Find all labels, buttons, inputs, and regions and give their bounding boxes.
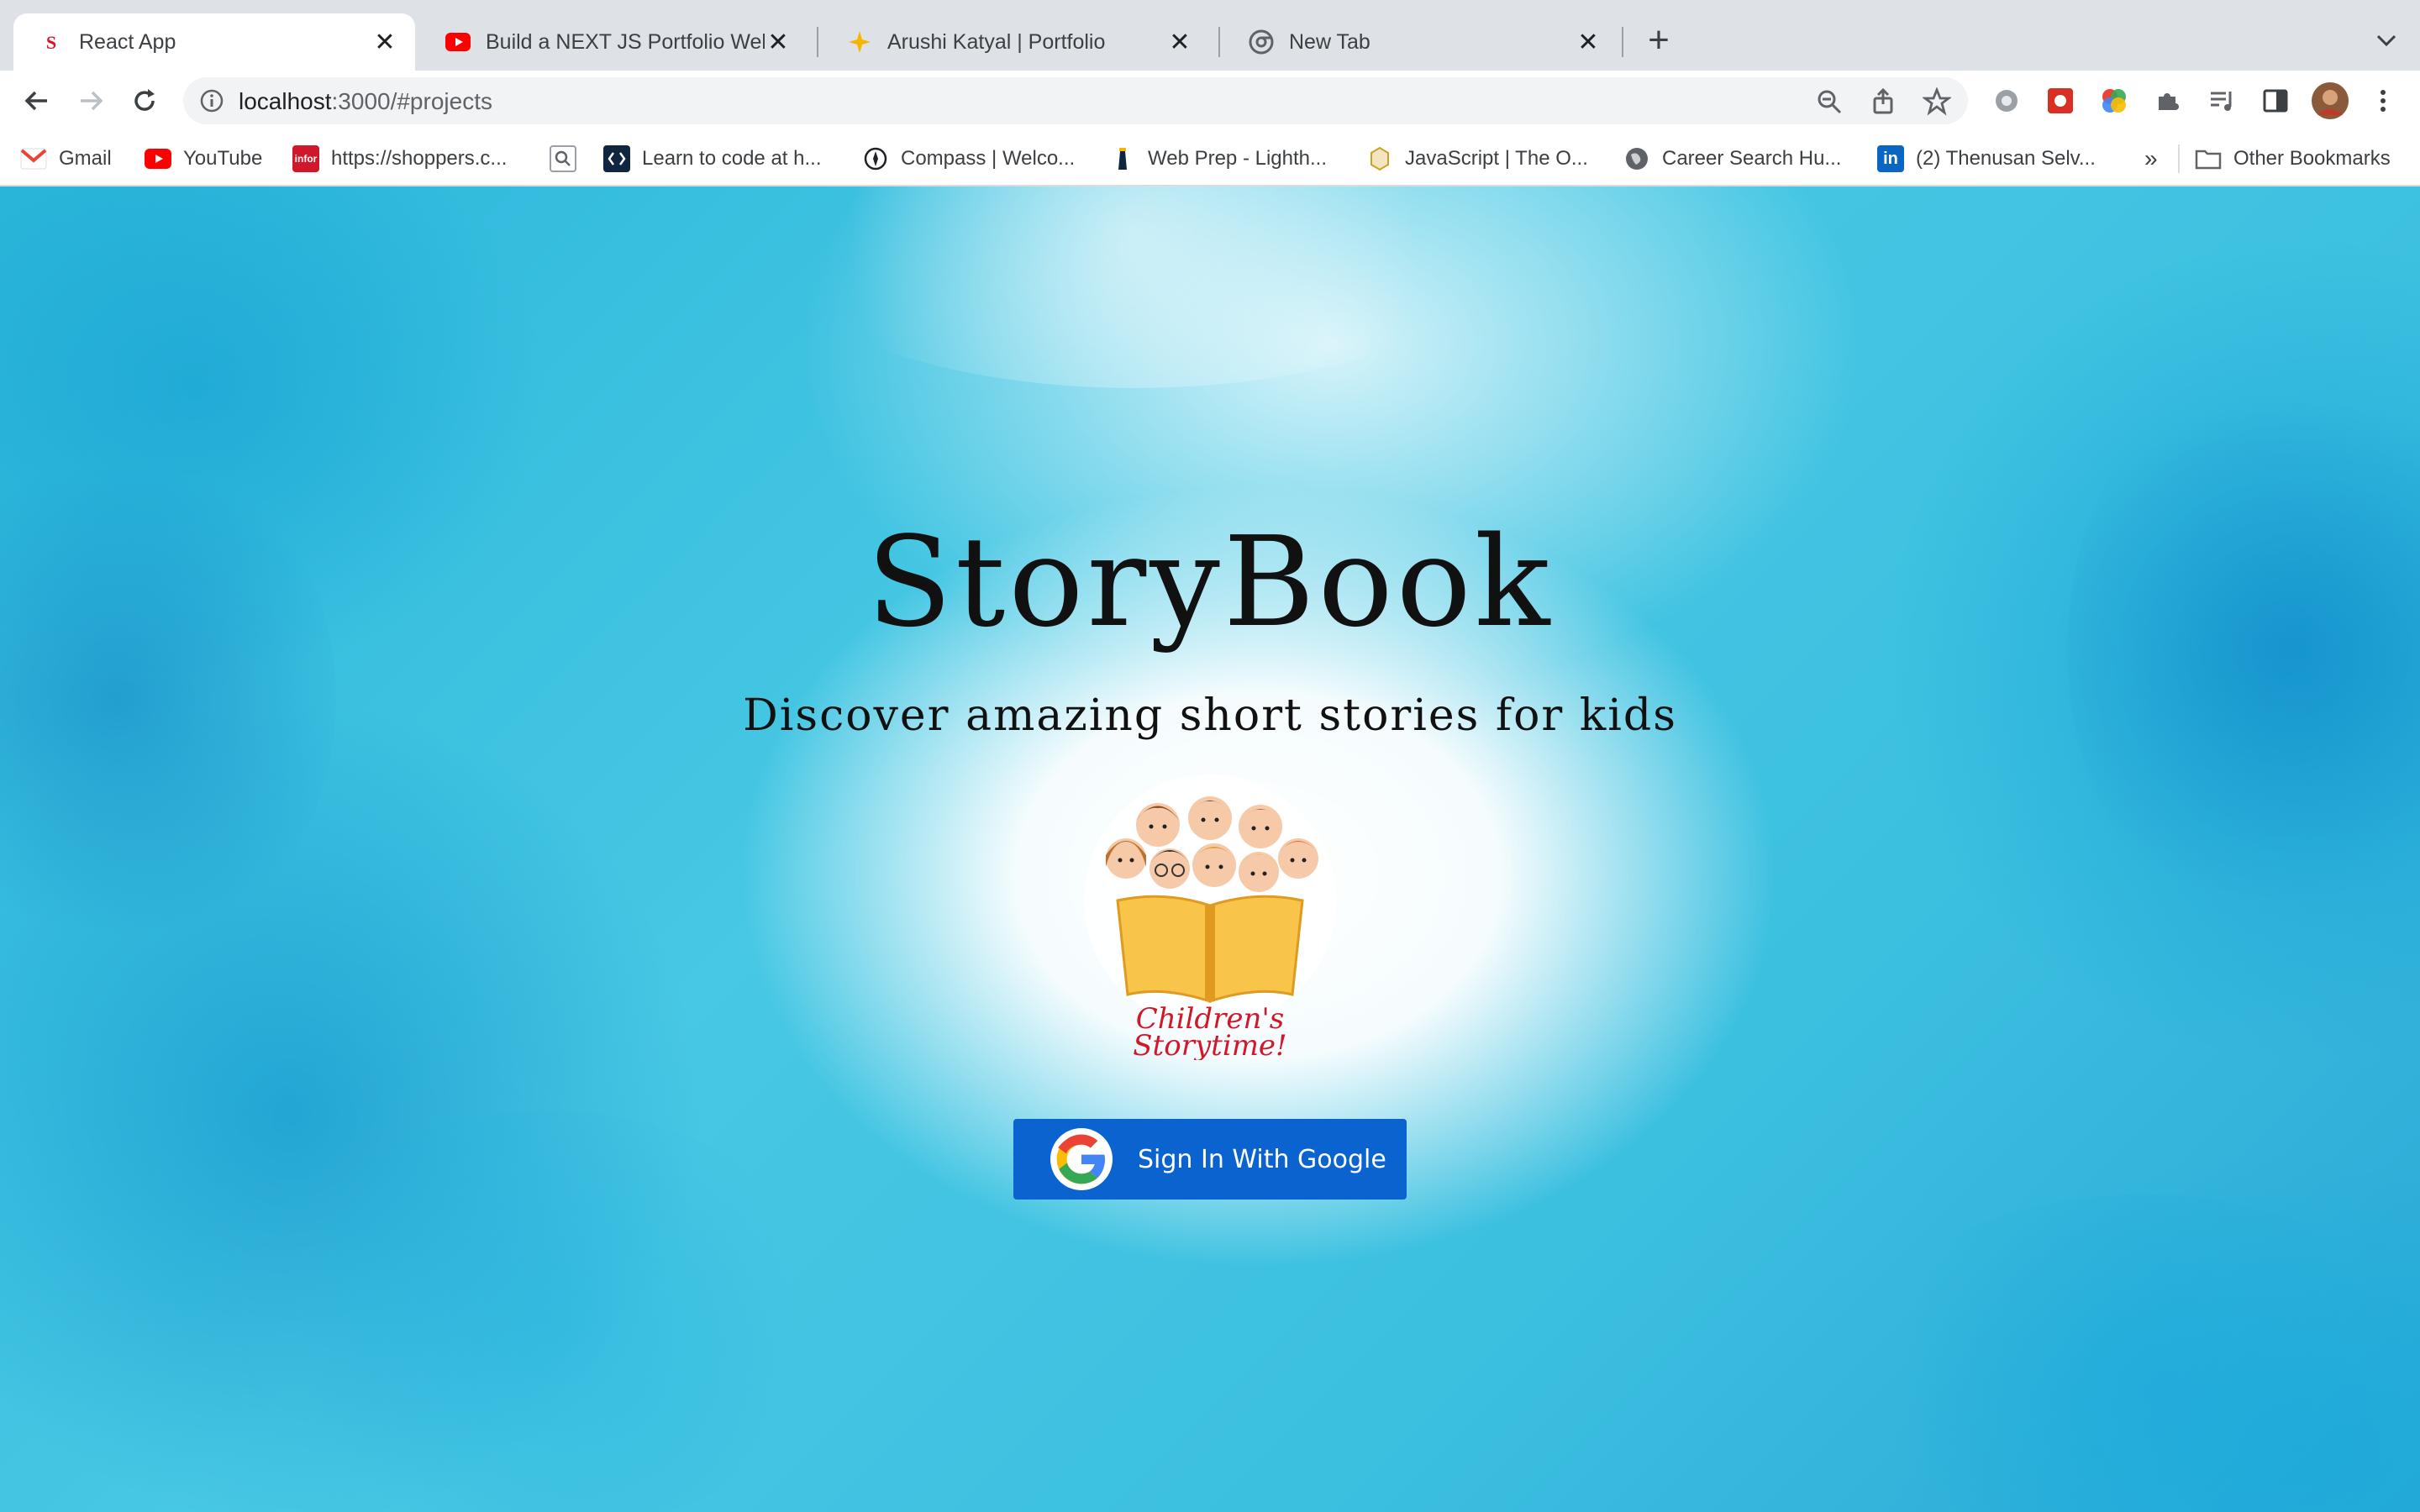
bookmark-linkedin[interactable]: in (2) Thenusan Selv... — [1877, 143, 2096, 175]
lighthouse-code-icon — [603, 145, 630, 172]
tab-strip: S React App ✕ Build a NEXT JS Portfolio … — [0, 0, 2420, 71]
chrome-favicon — [1249, 29, 1274, 55]
zoom-out-icon[interactable] — [1815, 87, 1844, 116]
folder-icon — [2195, 145, 2222, 172]
bookmarks-overflow-icon[interactable]: » — [2144, 143, 2158, 175]
bookmark-label: Compass | Welco... — [901, 147, 1076, 170]
tab-close-icon[interactable]: ✕ — [765, 29, 792, 56]
tab-separator — [817, 27, 818, 57]
reload-icon[interactable] — [124, 81, 165, 121]
bookmark-javascript[interactable]: JavaScript | The O... — [1366, 143, 1588, 175]
media-queue-icon[interactable] — [2207, 86, 2237, 116]
bookmark-star-icon[interactable] — [1921, 87, 1953, 116]
tab-react-app[interactable]: S React App ✕ — [13, 13, 415, 71]
share-icon[interactable] — [1869, 87, 1897, 116]
tab-new-tab[interactable]: New Tab ✕ — [1223, 13, 1618, 71]
bookmark-compass[interactable]: Compass | Welco... — [862, 143, 1075, 175]
extension-color-wheel-icon[interactable] — [2099, 86, 2129, 116]
globe-icon — [1623, 145, 1650, 172]
lighthouse-icon — [1109, 145, 1136, 172]
tab-title: New Tab — [1289, 29, 1370, 54]
bookmark-label: YouTube — [183, 147, 263, 170]
bookmark-label: Career Search Hu... — [1662, 147, 1842, 170]
sign-in-label: Sign In With Google — [1138, 1144, 1386, 1174]
google-sign-in-button[interactable]: Sign In With Google — [1013, 1119, 1407, 1200]
tab-close-icon[interactable]: ✕ — [371, 29, 398, 56]
compass-icon — [862, 145, 889, 172]
bookmark-career-search[interactable]: Career Search Hu... — [1623, 143, 1841, 175]
logo-text-line2: Storytime! — [1133, 1029, 1286, 1060]
bookmarks-separator — [2178, 144, 2180, 173]
tab-separator — [1622, 27, 1623, 57]
tab-title: Build a NEXT JS Portfolio Webs — [486, 29, 765, 54]
tab-title: React App — [79, 29, 176, 54]
url-path: :3000/#projects — [331, 88, 492, 114]
page-title: StoryBook — [866, 510, 1554, 654]
bookmark-label: https://shoppers.c... — [331, 147, 508, 170]
sparkle-favicon — [847, 29, 872, 55]
bookmark-label: (2) Thenusan Selv... — [1916, 147, 2096, 170]
bookmark-search[interactable] — [550, 143, 588, 175]
tab-search-chevron-icon[interactable] — [2370, 24, 2403, 57]
infor-icon: infor — [292, 145, 319, 172]
youtube-favicon — [445, 29, 471, 55]
watercolor-blot — [252, 1110, 840, 1512]
back-arrow-icon[interactable] — [17, 81, 57, 121]
tab-title: Arushi Katyal | Portfolio — [887, 29, 1106, 54]
tab-close-icon[interactable]: ✕ — [1575, 29, 1602, 56]
watercolor-blot — [756, 186, 1512, 388]
bookmark-web-prep[interactable]: Web Prep - Lighth... — [1109, 143, 1327, 175]
other-bookmarks-label: Other Bookmarks — [2233, 147, 2391, 170]
watercolor-blot — [1849, 1194, 2420, 1512]
new-tab-button[interactable]: + — [1640, 22, 1677, 60]
bookmark-label: JavaScript | The O... — [1405, 147, 1588, 170]
svg-text:S: S — [46, 32, 56, 53]
extension-gear-icon[interactable] — [1991, 86, 2022, 116]
linkedin-icon: in — [1877, 145, 1904, 172]
storybook-landing-page: StoryBook Discover amazing short stories… — [0, 186, 2420, 1512]
site-info-icon[interactable] — [198, 87, 225, 114]
search-bookmark-icon — [550, 145, 576, 172]
bookmark-label: Learn to code at h... — [642, 147, 822, 170]
bookmark-label: Web Prep - Lighth... — [1148, 147, 1327, 170]
gmail-icon — [20, 145, 47, 172]
google-g-icon — [1050, 1128, 1113, 1190]
tab-next-portfolio[interactable]: Build a NEXT JS Portfolio Webs ✕ — [420, 13, 808, 71]
side-panel-icon[interactable] — [2260, 86, 2291, 116]
bookmarks-bar: Gmail YouTube infor https://shoppers.c..… — [0, 131, 2420, 186]
bookmark-youtube[interactable]: YouTube — [145, 143, 262, 175]
other-bookmarks[interactable]: Other Bookmarks — [2195, 143, 2391, 175]
react-app-favicon: S — [39, 29, 64, 55]
browser-menu-icon[interactable] — [2368, 86, 2398, 116]
bookmark-learn-to-code[interactable]: Learn to code at h... — [603, 143, 821, 175]
extensions-puzzle-icon[interactable] — [2153, 86, 2183, 116]
address-bar[interactable]: localhost:3000/#projects — [183, 77, 1968, 124]
profile-avatar[interactable] — [2311, 81, 2349, 120]
forward-arrow-icon[interactable] — [71, 81, 111, 121]
tab-arushi-portfolio[interactable]: Arushi Katyal | Portfolio ✕ — [822, 13, 1210, 71]
open-book-illustration — [1116, 895, 1304, 1004]
extension-red-icon[interactable] — [2045, 86, 2075, 116]
bookmark-shoppers[interactable]: infor https://shoppers.c... — [292, 143, 507, 175]
url-host: localhost — [239, 88, 332, 114]
youtube-icon — [145, 145, 171, 172]
page-subtitle: Discover amazing short stories for kids — [743, 690, 1677, 741]
tab-close-icon[interactable]: ✕ — [1166, 29, 1193, 56]
bookmark-label: Gmail — [59, 147, 112, 170]
bookmark-gmail[interactable]: Gmail — [20, 143, 112, 175]
url-text: localhost:3000/#projects — [239, 88, 492, 115]
browser-toolbar: localhost:3000/#projects — [0, 71, 2420, 131]
tab-separator — [1218, 27, 1220, 57]
childrens-storytime-logo: Children's Storytime! — [1059, 774, 1361, 1063]
javascript-icon — [1366, 145, 1393, 172]
